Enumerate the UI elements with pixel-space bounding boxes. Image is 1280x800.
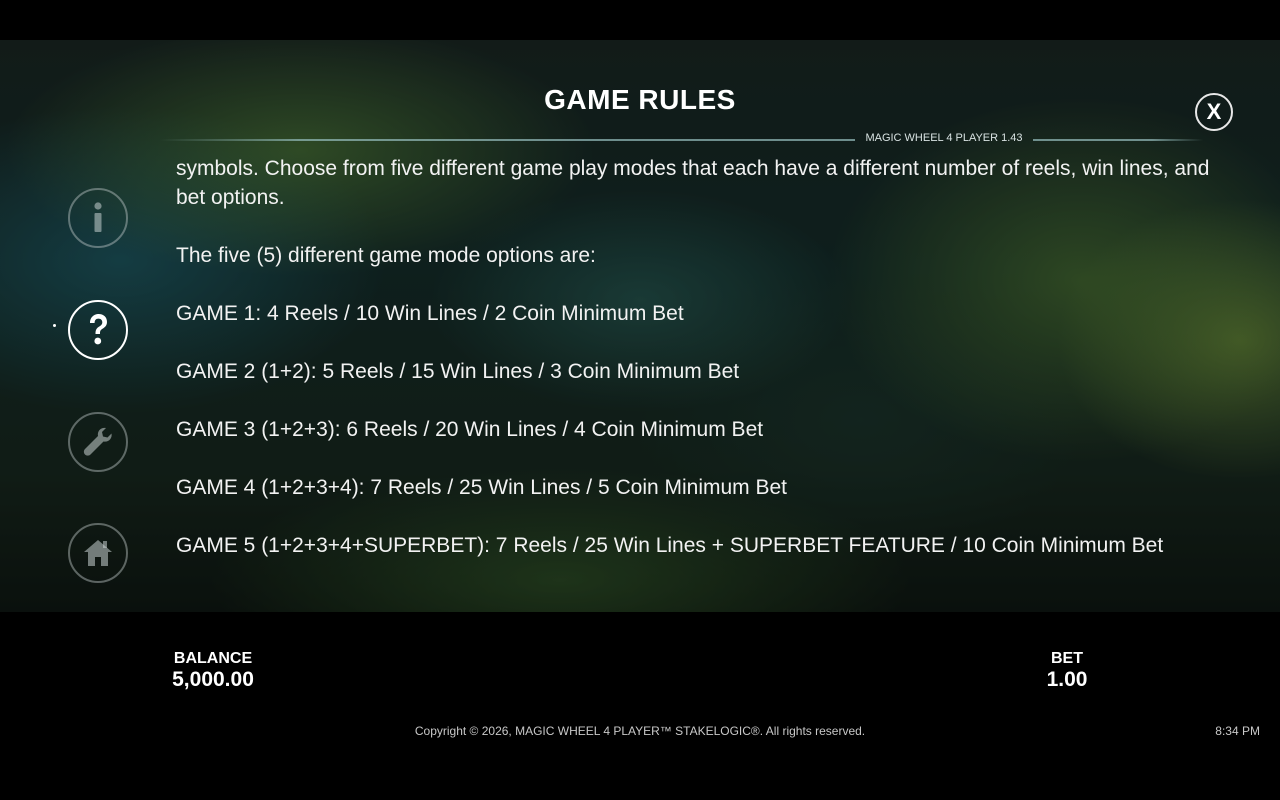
game-mode-item: GAME 3 (1+2+3): 6 Reels / 20 Win Lines /… bbox=[176, 418, 764, 441]
game-mode-item: GAME 1: 4 Reels / 10 Win Lines / 2 Coin … bbox=[176, 302, 684, 325]
active-page-marker bbox=[53, 324, 56, 327]
header-divider-left bbox=[160, 139, 855, 141]
version-label: MAGIC WHEEL 4 PLAYER 1.43 bbox=[865, 132, 1023, 144]
rules-content: symbols. Choose from five different game… bbox=[176, 155, 1236, 585]
rules-intro-text: symbols. Choose from five different game… bbox=[176, 157, 1210, 209]
balance-value: 5,000.00 bbox=[172, 668, 254, 691]
question-icon bbox=[90, 314, 107, 345]
nav-info-button[interactable] bbox=[68, 188, 128, 248]
game-rules-panel: GAME RULES MAGIC WHEEL 4 PLAYER 1.43 X s… bbox=[0, 40, 1280, 612]
clock-display: 8:34 PM bbox=[1215, 724, 1260, 738]
wrench-icon bbox=[83, 427, 112, 456]
close-button[interactable]: X bbox=[1195, 93, 1233, 131]
nav-home-button[interactable] bbox=[68, 523, 128, 583]
modes-heading: The five (5) different game mode options… bbox=[176, 244, 596, 267]
game-mode-item: GAME 4 (1+2+3+4): 7 Reels / 25 Win Lines… bbox=[176, 476, 788, 499]
bet-display: BET 1.00 bbox=[1026, 650, 1108, 692]
game-mode-item: GAME 2 (1+2): 5 Reels / 15 Win Lines / 3… bbox=[176, 360, 740, 383]
balance-label: BALANCE bbox=[173, 650, 253, 667]
copyright-text: Copyright © 2026, MAGIC WHEEL 4 PLAYER™ … bbox=[414, 724, 866, 738]
bet-label: BET bbox=[1051, 650, 1083, 667]
game-viewport: GAME RULES MAGIC WHEEL 4 PLAYER 1.43 X s… bbox=[0, 0, 1280, 800]
close-icon: X bbox=[1206, 99, 1222, 124]
nav-help-button[interactable] bbox=[68, 300, 128, 360]
header-divider-right bbox=[1033, 139, 1203, 141]
balance-display: BALANCE 5,000.00 bbox=[150, 650, 276, 692]
page-title: GAME RULES bbox=[544, 84, 736, 115]
status-footer bbox=[0, 612, 1280, 800]
nav-settings-button[interactable] bbox=[68, 412, 128, 472]
home-icon bbox=[84, 540, 112, 566]
bet-value: 1.00 bbox=[1046, 668, 1088, 691]
info-icon bbox=[94, 202, 102, 232]
game-mode-item: GAME 5 (1+2+3+4+SUPERBET): 7 Reels / 25 … bbox=[176, 534, 1164, 557]
